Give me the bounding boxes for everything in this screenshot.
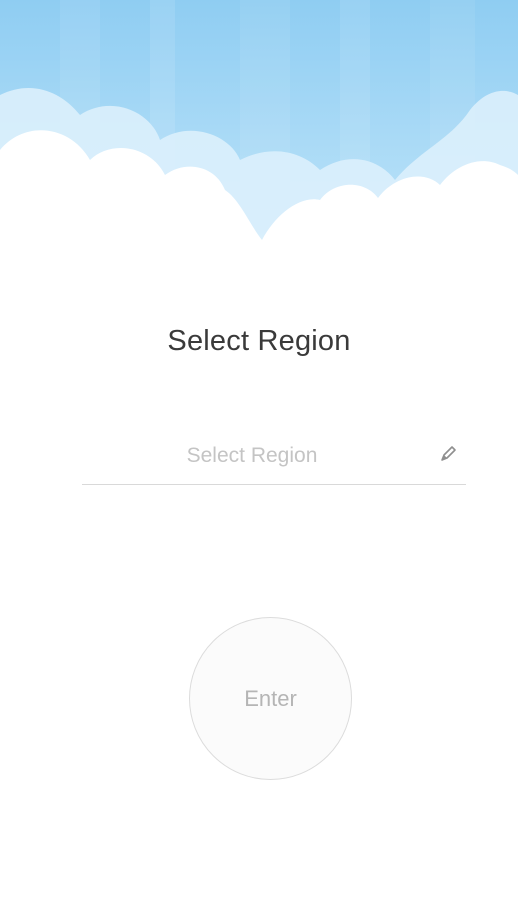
region-input[interactable] — [82, 430, 422, 482]
pencil-icon[interactable] — [438, 444, 458, 464]
page-title: Select Region — [167, 325, 351, 357]
enter-button[interactable]: Enter — [189, 617, 352, 780]
region-select-screen: Select Region Enter — [0, 0, 518, 905]
sky-clouds-illustration — [0, 0, 518, 270]
region-field[interactable] — [82, 430, 466, 485]
